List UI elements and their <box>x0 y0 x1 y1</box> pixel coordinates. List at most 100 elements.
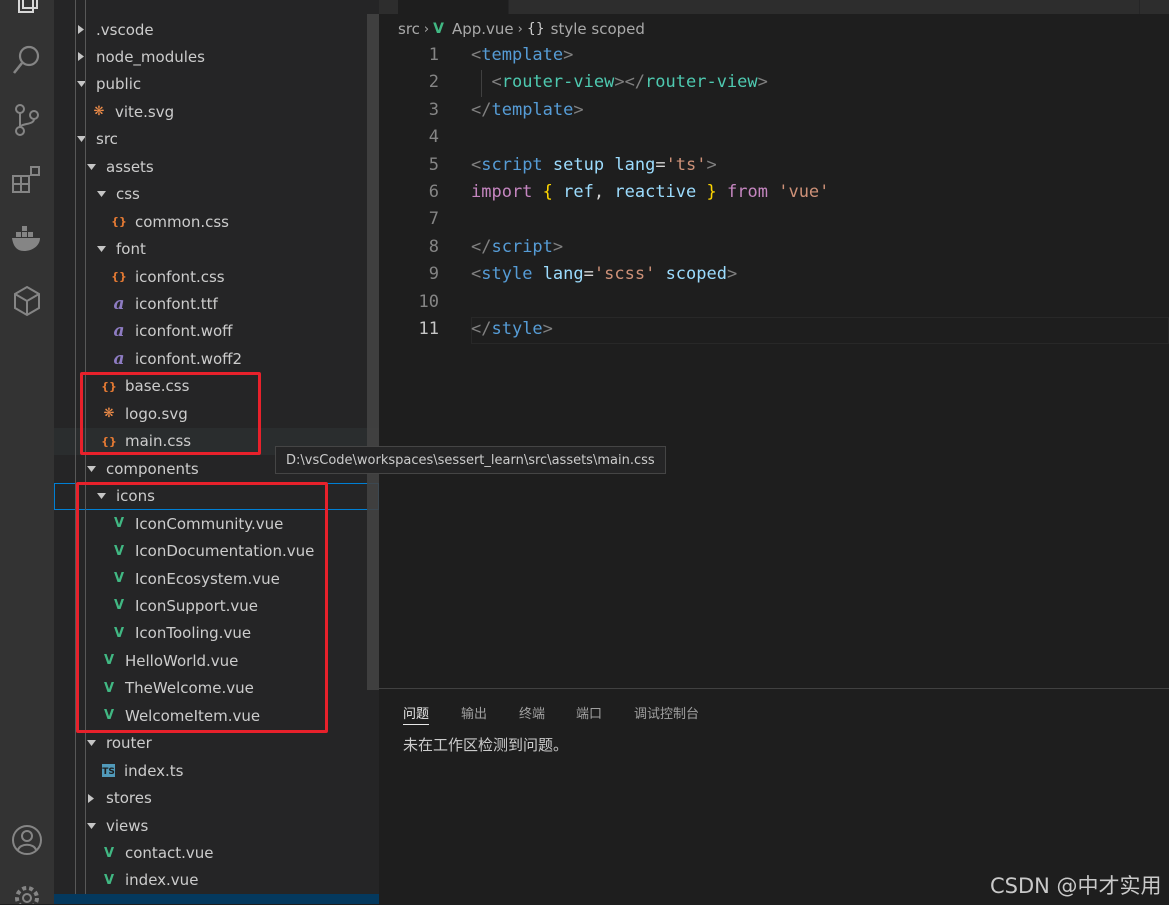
editor-tab[interactable] <box>989 0 1140 14</box>
code-token: > <box>542 319 553 339</box>
explorer-folder[interactable]: stores <box>54 785 379 812</box>
explorer-folder[interactable]: node_modules <box>54 43 379 70</box>
explorer-item-label: IconSupport.vue <box>135 596 259 615</box>
editor-tab[interactable] <box>679 0 840 14</box>
explorer-item-label: TheWelcome.vue <box>125 679 254 698</box>
explorer-item-label: index.vue <box>125 871 199 890</box>
line-number: 9 <box>428 264 439 285</box>
source-control-icon[interactable] <box>0 103 54 137</box>
explorer-file[interactable]: V IconDocumentation.vue <box>54 538 379 565</box>
code-line[interactable]: 10 <box>379 288 1169 315</box>
explorer-file[interactable]: V IconTooling.vue <box>54 620 379 647</box>
explorer-file[interactable]: TS index.ts <box>54 757 379 784</box>
tab-app-vue[interactable] <box>398 0 509 14</box>
explorer-file[interactable]: V IconSupport.vue <box>54 592 379 619</box>
code-token: lang <box>614 154 656 175</box>
explorer-file[interactable]: {} iconfont.css <box>54 263 379 290</box>
vue-file-icon: V <box>103 845 115 861</box>
code-line[interactable]: 11 </style> <box>379 316 1169 343</box>
breadcrumb-folder[interactable]: src <box>398 20 420 38</box>
explorer-file[interactable]: ❋ logo.svg <box>54 400 379 427</box>
explorer-file[interactable]: V HelloWorld.vue <box>54 647 379 674</box>
code-token: router-view <box>501 72 615 93</box>
chevron-down-icon[interactable] <box>96 493 106 500</box>
explorer-folder[interactable]: views <box>54 812 379 839</box>
chevron-down-icon[interactable] <box>86 822 96 829</box>
explorer-file[interactable]: V TheWelcome.vue <box>54 675 379 702</box>
account-icon[interactable] <box>0 824 54 856</box>
typescript-file-icon: TS <box>102 764 115 778</box>
vue-file-icon: V <box>103 708 115 724</box>
chevron-right-icon[interactable] <box>86 793 96 803</box>
explorer-file[interactable]: {} base.css <box>54 373 379 400</box>
explorer-file[interactable]: Vindex.vue <box>54 867 379 894</box>
code-line[interactable]: 2 <router-view></router-view> <box>379 69 1169 96</box>
code-token: ref <box>563 182 594 202</box>
code-line[interactable]: 9 <style lang='scss' scoped> <box>379 261 1169 288</box>
symbol-braces-icon: {} <box>526 21 545 37</box>
explorer-file[interactable]: {} common.css <box>54 208 379 235</box>
code-line[interactable]: 1 <template> <box>379 42 1169 69</box>
explorer-folder[interactable]: icons <box>54 482 379 510</box>
explorer-file[interactable]: Vcontact.vue <box>54 840 379 867</box>
editor-tab-strip <box>379 0 1169 14</box>
font-file-icon: a <box>113 294 125 314</box>
code-line[interactable]: 5 <script setup lang='ts'> <box>379 151 1169 178</box>
explorer-item-label: iconfont.css <box>135 267 225 286</box>
code-line[interactable]: 8 </script> <box>379 233 1169 260</box>
code-line[interactable]: 3 </template> <box>379 96 1169 123</box>
explorer-folder[interactable]: css <box>54 181 379 208</box>
remote-explorer-icon[interactable] <box>0 285 54 317</box>
explorer-file[interactable]: a iconfont.woff2 <box>54 345 379 372</box>
code-line[interactable]: 4 <box>379 124 1169 151</box>
explorer-folder[interactable]: .vscode <box>54 16 379 43</box>
editor-tab[interactable] <box>839 0 990 14</box>
explorer-file[interactable]: ❋ vite.svg <box>54 98 379 125</box>
indent-guide <box>75 0 76 904</box>
explorer-file[interactable]: V IconEcosystem.vue <box>54 565 379 592</box>
chevron-down-icon[interactable] <box>86 740 96 747</box>
panel-tab[interactable]: 输出 <box>461 700 487 724</box>
explorer-folder[interactable]: assets <box>54 153 379 180</box>
explorer-folder[interactable]: router <box>54 730 379 757</box>
panel-tab[interactable]: 终端 <box>519 700 545 724</box>
chevron-down-icon[interactable] <box>96 246 106 253</box>
indent-guide <box>85 0 86 904</box>
breadcrumb-file[interactable]: App.vue <box>452 20 514 38</box>
code-token: scoped <box>665 264 727 285</box>
code-token: > <box>757 72 768 93</box>
search-icon[interactable] <box>0 44 54 76</box>
explorer-file[interactable]: a iconfont.ttf <box>54 291 379 318</box>
panel-tab[interactable]: 问题 <box>403 700 430 725</box>
docker-icon[interactable] <box>0 226 54 252</box>
sidebar-scrollbar[interactable] <box>367 14 379 690</box>
explorer-folder[interactable]: font <box>54 236 379 263</box>
line-number: 5 <box>428 154 439 175</box>
panel-tab[interactable]: 端口 <box>576 700 602 724</box>
code-line[interactable]: 7 <box>379 206 1169 233</box>
explorer-file[interactable]: V IconCommunity.vue <box>54 510 379 537</box>
explorer-folder[interactable]: public <box>54 71 379 98</box>
explorer-file[interactable]: V WelcomeItem.vue <box>54 702 379 729</box>
explorer-icon[interactable] <box>0 0 54 18</box>
chevron-down-icon[interactable] <box>96 191 106 198</box>
extensions-icon[interactable] <box>0 164 54 196</box>
code-text: <script setup lang='ts'> <box>471 155 717 175</box>
panel-tab[interactable]: 调试控制台 <box>634 700 699 724</box>
code-text: </template> <box>471 100 584 120</box>
breadcrumb: src › V App.vue › {} style scoped <box>398 18 645 40</box>
css-file-icon: {} <box>111 215 127 229</box>
explorer-folder[interactable]: src <box>54 126 379 153</box>
explorer-file[interactable]: a iconfont.woff <box>54 318 379 345</box>
settings-gear-icon[interactable] <box>0 882 54 904</box>
breadcrumb-symbol[interactable]: style scoped <box>551 20 645 38</box>
explorer-item-label: .vscode <box>96 20 154 39</box>
chevron-down-icon[interactable] <box>86 163 96 170</box>
chevron-down-icon[interactable] <box>86 465 96 472</box>
vue-file-icon: V <box>113 625 125 641</box>
code-line[interactable]: 6 import { ref, reactive } from 'vue' <box>379 179 1169 206</box>
